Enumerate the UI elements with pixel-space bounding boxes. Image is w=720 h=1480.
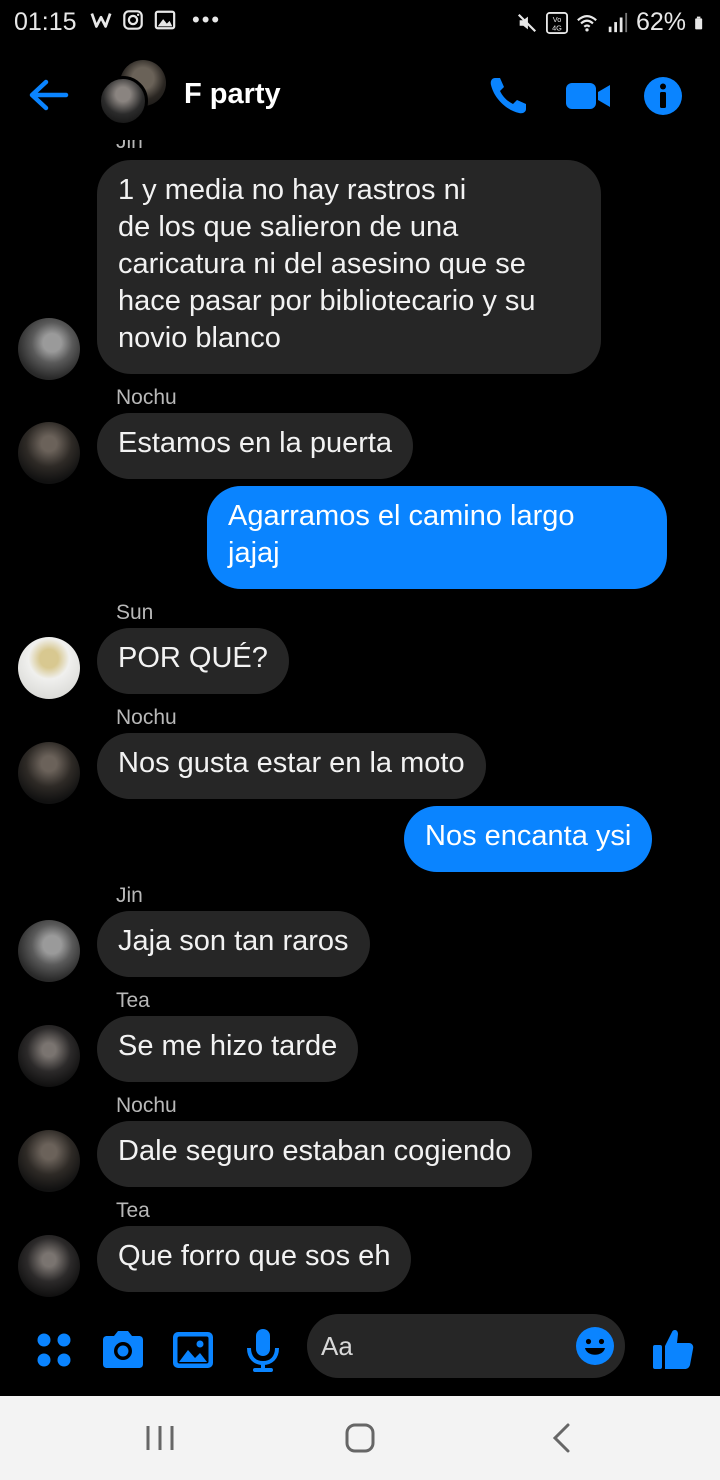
avatar-nochu[interactable]: [18, 742, 80, 804]
phone-icon[interactable]: [486, 74, 530, 118]
gallery-icon[interactable]: [169, 1326, 217, 1374]
avatar-sun[interactable]: [18, 637, 80, 699]
video-call-icon[interactable]: [565, 74, 611, 118]
sender-name: Sun: [116, 601, 154, 624]
battery-percent: 62%: [635, 8, 686, 36]
group-avatar[interactable]: [98, 60, 170, 132]
back-arrow-icon[interactable]: [26, 74, 72, 116]
more-actions-icon[interactable]: [30, 1326, 78, 1374]
gallery-icon: [154, 10, 176, 30]
system-navigation-bar: [0, 1396, 720, 1480]
message-list[interactable]: Jin 1 y media no hay rastros ni de los q…: [0, 140, 720, 1310]
message-bubble-incoming[interactable]: 1 y media no hay rastros ni de los que s…: [97, 160, 601, 374]
message-bubble-incoming[interactable]: Estamos en la puerta: [97, 413, 414, 479]
recent-apps-icon[interactable]: [140, 1418, 180, 1458]
home-icon[interactable]: [340, 1418, 380, 1458]
microphone-icon[interactable]: [239, 1326, 287, 1374]
message-bubble-outgoing[interactable]: Agarramos el camino largo jajaj: [207, 486, 667, 589]
signal-icon: [608, 12, 628, 32]
message-bubble-incoming[interactable]: Jaja son tan raros: [97, 911, 370, 977]
composer-bar: Aa: [0, 1312, 720, 1396]
volte-4g-icon: Vo4G: [545, 11, 568, 34]
avatar-tea[interactable]: [18, 1235, 80, 1297]
sender-name: Jin: [116, 884, 143, 907]
more-icon: •••: [192, 7, 222, 32]
status-time: 01:15: [14, 8, 77, 36]
back-icon[interactable]: [542, 1418, 582, 1458]
mute-icon: [517, 13, 536, 32]
chat-header: F party: [0, 56, 720, 136]
wifi-icon: [577, 14, 597, 32]
avatar-jin[interactable]: [18, 920, 80, 982]
sender-name: Tea: [116, 1199, 150, 1222]
message-bubble-incoming[interactable]: Nos gusta estar en la moto: [97, 733, 486, 799]
status-bar: 01:15 ••• Vo 4G 62%: [0, 0, 720, 44]
w-icon: [90, 13, 112, 28]
message-bubble-incoming[interactable]: POR QUÉ?: [97, 628, 289, 694]
group-member-avatar: [98, 76, 148, 126]
avatar-jin[interactable]: [18, 318, 80, 380]
message-bubble-incoming[interactable]: Dale seguro estaban cogiendo: [97, 1121, 533, 1187]
sender-name: Jin: [116, 140, 143, 153]
sender-name: Nochu: [116, 386, 177, 409]
sender-name: Nochu: [116, 1094, 177, 1117]
message-input-placeholder: Aa: [321, 1331, 353, 1361]
camera-icon[interactable]: [99, 1326, 147, 1374]
message-input[interactable]: Aa: [307, 1314, 625, 1378]
avatar-nochu[interactable]: [18, 1130, 80, 1192]
avatar-nochu[interactable]: [18, 422, 80, 484]
message-bubble-incoming[interactable]: Se me hizo tarde: [97, 1016, 359, 1082]
avatar-tea[interactable]: [18, 1025, 80, 1087]
thumbs-up-icon[interactable]: [650, 1326, 696, 1372]
chat-title[interactable]: F party: [184, 78, 281, 111]
instagram-icon: [123, 10, 143, 30]
message-bubble-outgoing[interactable]: Nos encanta ysi: [404, 806, 653, 872]
message-bubble-incoming[interactable]: Que forro que sos eh: [97, 1226, 412, 1292]
sender-name: Tea: [116, 989, 150, 1012]
emoji-icon[interactable]: [575, 1326, 615, 1366]
svg-text:4G: 4G: [552, 23, 562, 32]
battery-icon: [695, 16, 703, 29]
sender-name: Nochu: [116, 706, 177, 729]
info-icon[interactable]: [641, 74, 685, 118]
